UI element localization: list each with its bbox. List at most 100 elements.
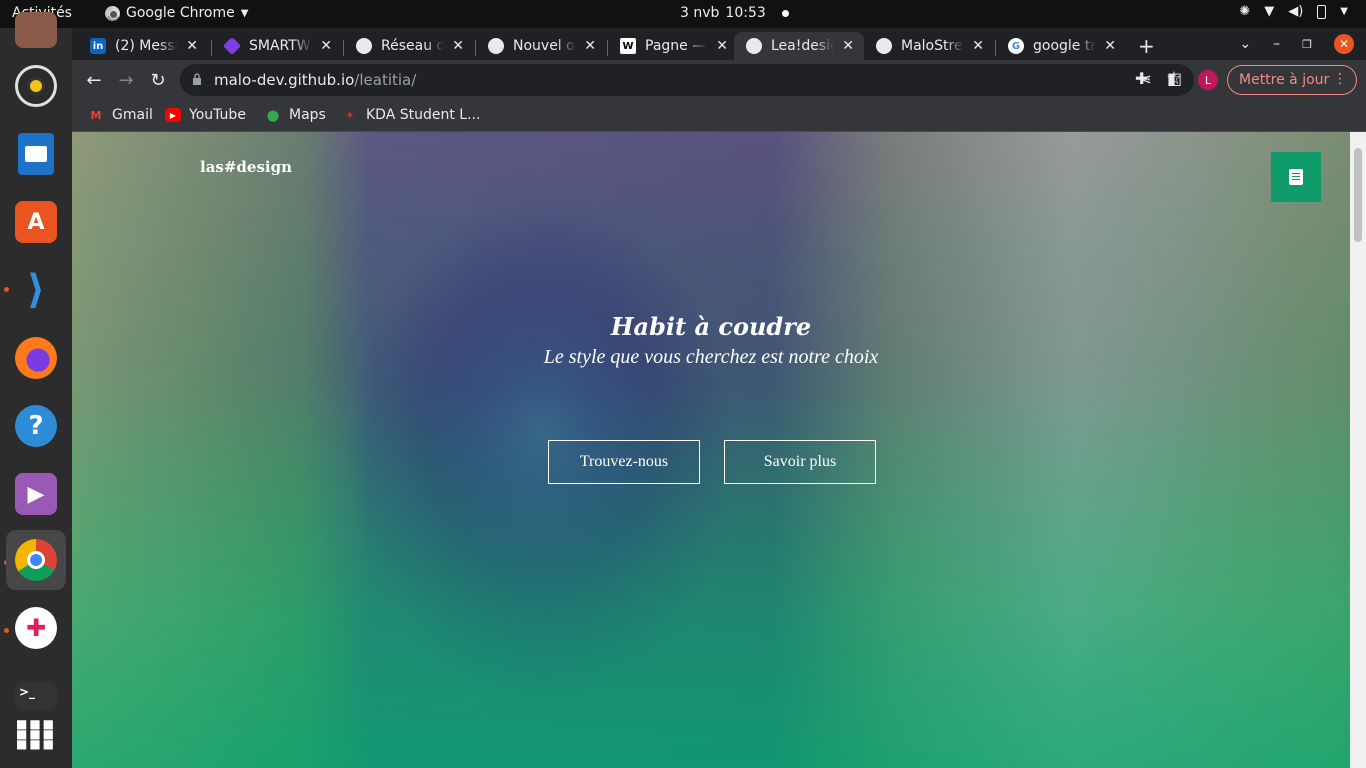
battery-icon	[1317, 4, 1327, 19]
window-controls: ⌄ – ❐ ✕	[1239, 34, 1354, 54]
tab-5-active[interactable]: Lea!design ✕	[734, 32, 864, 60]
ubuntu-software-icon: A	[15, 201, 57, 243]
clock-time: 10:53	[725, 5, 766, 21]
tab-4[interactable]: W Pagne — W ✕	[608, 32, 738, 60]
linkedin-icon: in	[90, 38, 106, 54]
power-menu-icon[interactable]: ▼	[1340, 6, 1348, 17]
close-icon[interactable]: ✕	[842, 38, 854, 54]
chevron-down-icon: ▼	[240, 7, 249, 19]
tab-7[interactable]: G google tra ✕	[996, 32, 1126, 60]
profile-avatar[interactable]: L	[1198, 70, 1218, 90]
browser-window: in (2) Messagerie ✕ SMARTWAVE ✕ Réseau d…	[72, 28, 1366, 768]
tab-title: Réseau d'u	[381, 38, 445, 54]
page-viewport: las#design Habit à coudre Le style que v…	[72, 132, 1350, 768]
more-vertical-icon: ⋮	[1333, 71, 1347, 87]
close-icon[interactable]: ✕	[716, 38, 728, 54]
tab-1[interactable]: SMARTWAVE ✕	[212, 32, 342, 60]
clock-date: 3 nvb	[680, 5, 720, 21]
tab-title: Lea!design	[771, 38, 834, 54]
bookmarks-bar: M Gmail ▶ YouTube ⬤ Maps ✦ KDA Student L…	[72, 100, 1366, 132]
globe-icon	[876, 38, 892, 54]
restore-icon[interactable]: ❐	[1302, 38, 1312, 51]
find-us-button[interactable]: Trouvez-nous	[548, 440, 700, 484]
extensions-puzzle-icon[interactable]: ✚	[1135, 69, 1148, 88]
window-close-icon[interactable]: ✕	[1334, 34, 1354, 54]
close-icon[interactable]: ✕	[320, 38, 332, 54]
update-button[interactable]: Mettre à jour ⋮	[1227, 65, 1357, 95]
dock-item-videos[interactable]: ▶	[6, 464, 66, 524]
youtube-icon: ▶	[165, 108, 181, 122]
bookmark-label: KDA Student L...	[366, 107, 481, 123]
close-icon[interactable]: ✕	[186, 38, 198, 54]
tab-strip: in (2) Messagerie ✕ SMARTWAVE ✕ Réseau d…	[72, 28, 1366, 60]
close-icon[interactable]: ✕	[1104, 38, 1116, 54]
site-brand-logo[interactable]: las#design	[200, 158, 292, 176]
learn-more-button[interactable]: Savoir plus	[724, 440, 876, 484]
app-icon	[15, 12, 57, 48]
url-text: malo-dev.github.io/leatitia/	[214, 71, 416, 89]
show-apps-button[interactable]: ■■■ ■■■ ■■■	[6, 704, 66, 764]
tab-title: Pagne — W	[645, 38, 708, 54]
dock-item-software[interactable]: A	[6, 192, 66, 252]
rhythmbox-icon	[15, 65, 57, 107]
update-button-label: Mettre à jour	[1239, 72, 1330, 88]
tab-search-chevron-icon[interactable]: ⌄	[1239, 36, 1251, 52]
firefox-icon	[15, 337, 57, 379]
forward-arrow-icon[interactable]: →	[114, 68, 138, 92]
new-tab-plus-icon[interactable]: +	[1138, 34, 1155, 58]
tab-title: google tra	[1033, 38, 1097, 54]
globe-icon	[356, 38, 372, 54]
app-menu-label: Google Chrome	[126, 5, 235, 21]
back-arrow-icon[interactable]: ←	[82, 68, 106, 92]
scrollbar-thumb[interactable]	[1354, 148, 1362, 242]
app-menu[interactable]: Google Chrome ▼	[105, 5, 248, 21]
page-scrollbar[interactable]	[1350, 132, 1366, 768]
dock-item-partial[interactable]	[6, 0, 66, 60]
dock-item-rhythmbox[interactable]	[6, 56, 66, 116]
address-bar[interactable]: malo-dev.github.io/leatitia/ ⋖ ☆	[180, 64, 1194, 96]
system-top-bar: Activités Google Chrome ▼ 3 nvb 10:53 ✺ …	[0, 0, 1366, 28]
tab-3[interactable]: Nouvel onglet ✕	[476, 32, 606, 60]
bookmark-label: Maps	[289, 107, 326, 123]
hero-title: Habit à coudre	[610, 312, 812, 341]
minimize-icon[interactable]: –	[1273, 36, 1280, 52]
menu-icon	[1289, 169, 1303, 185]
wikipedia-icon: W	[620, 38, 636, 54]
side-panel-icon[interactable]: ◧	[1167, 69, 1182, 88]
dock-item-vscode[interactable]: ⟩	[6, 260, 66, 320]
bookmark-kda[interactable]: ✦ KDA Student L...	[342, 107, 480, 123]
chrome-icon	[15, 539, 57, 581]
url-path: /leatitia/	[354, 71, 417, 89]
bookmark-maps[interactable]: ⬤ Maps	[265, 107, 326, 123]
wifi-icon: ▼	[1264, 4, 1275, 19]
dock-item-slack[interactable]: ✚	[6, 598, 66, 658]
help-icon: ?	[15, 405, 57, 447]
dock-item-chrome[interactable]	[6, 530, 66, 590]
slack-icon: ✚	[15, 607, 57, 649]
dock-item-help[interactable]: ?	[6, 396, 66, 456]
reload-icon[interactable]: ↻	[146, 68, 170, 92]
slack-tray-icon[interactable]: ✺	[1239, 4, 1250, 19]
clock[interactable]: 3 nvb 10:53	[680, 5, 789, 21]
close-icon[interactable]: ✕	[972, 38, 984, 54]
dock-item-firefox[interactable]	[6, 328, 66, 388]
tab-title: (2) Messagerie	[115, 38, 178, 54]
show-apps-icon: ■■■ ■■■ ■■■	[15, 717, 56, 751]
dock-item-impress[interactable]	[6, 124, 66, 184]
globe-icon	[746, 38, 762, 54]
close-icon[interactable]: ✕	[452, 38, 464, 54]
close-icon[interactable]: ✕	[584, 38, 596, 54]
bookmark-label: Gmail	[112, 107, 153, 123]
bookmark-youtube[interactable]: ▶ YouTube	[165, 107, 246, 123]
bookmark-gmail[interactable]: M Gmail	[88, 107, 153, 123]
tab-title: Nouvel onglet	[513, 38, 576, 54]
system-tray[interactable]: ✺ ▼ ◀) ▼	[1239, 4, 1348, 19]
maps-pin-icon: ⬤	[266, 108, 280, 122]
video-player-icon: ▶	[15, 473, 57, 515]
hamburger-menu-button[interactable]	[1271, 152, 1321, 202]
notification-dot-icon	[781, 9, 789, 17]
tab-title: MaloStream	[901, 38, 964, 54]
tab-6[interactable]: MaloStream ✕	[864, 32, 994, 60]
tab-0[interactable]: in (2) Messagerie ✕	[78, 32, 208, 60]
tab-2[interactable]: Réseau d'u ✕	[344, 32, 474, 60]
